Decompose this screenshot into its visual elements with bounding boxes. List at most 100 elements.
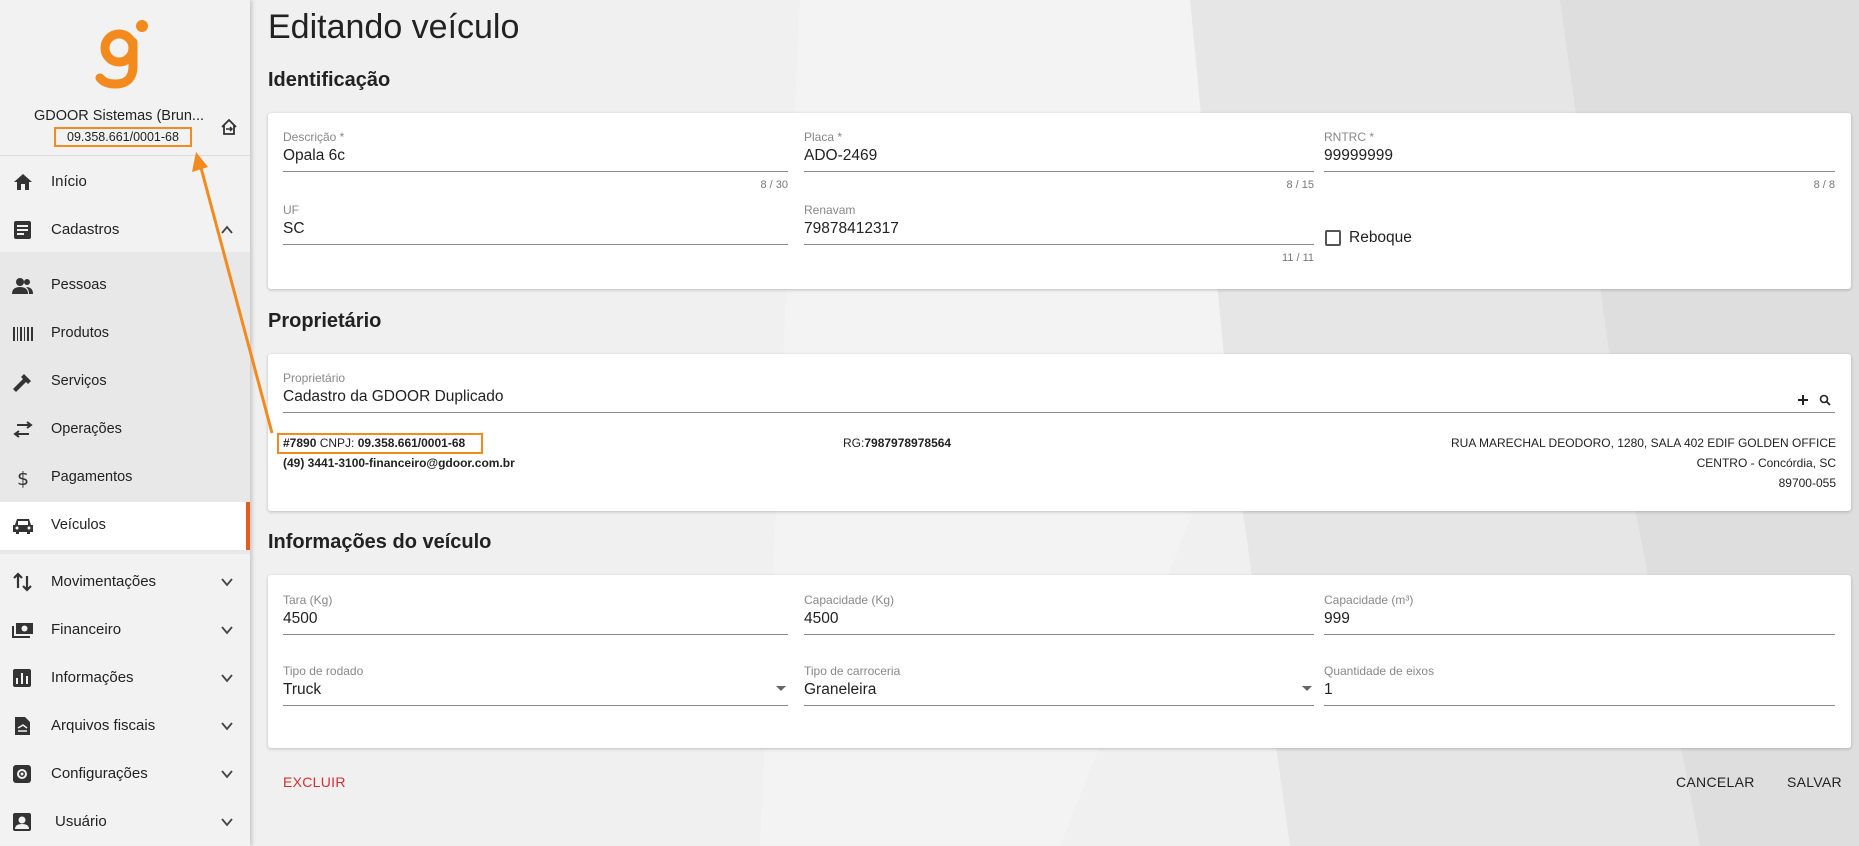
field-value[interactable]: Cadastro da GDOOR Duplicado	[283, 388, 504, 406]
owner-cep: 89700-055	[1778, 476, 1836, 490]
field-underline	[1324, 634, 1835, 635]
switch-company-icon[interactable]	[218, 116, 240, 138]
sidebar-item-label: Serviços	[51, 373, 107, 389]
sidebar-item-label: Informações	[51, 669, 134, 686]
chart-icon	[13, 669, 31, 687]
field-label: Quantidade de eixos	[1324, 664, 1435, 678]
list-icon	[14, 221, 31, 239]
rntrc-field[interactable]: RNTRC * 99999999 8 / 8	[1324, 130, 1835, 192]
descricao-field[interactable]: Descrição * Opala 6c 8 / 30	[283, 130, 788, 192]
cancel-button[interactable]: CANCELAR	[1676, 774, 1755, 790]
owner-rg: RG:7987978978564	[843, 436, 951, 450]
sidebar: GDOOR Sistemas (Brun... 09.358.661/0001-…	[0, 0, 250, 846]
field-value[interactable]: 4500	[283, 610, 317, 628]
sidebar-item-pagamentos[interactable]: $ Pagamentos	[0, 454, 250, 502]
capacidade-m3-field[interactable]: Capacidade (m³) 999	[1324, 593, 1835, 639]
gdoor-logo	[95, 20, 148, 89]
section-title-informacoes: Informações do veículo	[268, 531, 492, 553]
renavam-field[interactable]: Renavam 79878412317 11 / 11	[804, 203, 1314, 265]
sidebar-item-label: Pagamentos	[51, 469, 133, 485]
sidebar-item-movimentacoes[interactable]: Movimentações	[0, 558, 250, 606]
field-underline	[804, 171, 1314, 172]
field-value[interactable]: SC	[283, 220, 305, 238]
field-value[interactable]: ADO-2469	[804, 147, 877, 165]
sidebar-item-label: Usuário	[55, 813, 107, 830]
field-value[interactable]: 999	[1324, 610, 1350, 628]
dollar-icon: $	[17, 468, 29, 488]
settings-icon	[13, 765, 31, 783]
owner-code: #7890	[283, 436, 317, 450]
sidebar-item-usuario[interactable]: Usuário	[0, 798, 250, 846]
sidebar-item-servicos[interactable]: Serviços	[0, 358, 250, 406]
char-counter: 8 / 8	[1813, 179, 1835, 191]
sidebar-item-operacoes[interactable]: Operações	[0, 406, 250, 454]
uf-field[interactable]: UF SC	[283, 203, 788, 249]
dropdown-arrow-icon[interactable]	[776, 686, 786, 691]
sidebar-item-arquivos-fiscais[interactable]: Arquivos fiscais	[0, 702, 250, 750]
field-label: Descrição *	[283, 130, 345, 144]
sidebar-item-financeiro[interactable]: Financeiro	[0, 606, 250, 654]
field-value[interactable]: 1	[1324, 681, 1333, 699]
svg-text:$: $	[17, 468, 29, 488]
field-underline	[1324, 171, 1835, 172]
sidebar-item-cadastros[interactable]: Cadastros	[0, 206, 250, 254]
field-underline	[283, 244, 788, 245]
sidebar-item-label: Cadastros	[51, 221, 120, 238]
field-value[interactable]: Truck	[283, 681, 321, 699]
file-icon	[15, 717, 30, 735]
car-icon	[13, 519, 33, 534]
owner-rg-label: RG:	[843, 436, 865, 450]
user-icon	[13, 813, 31, 831]
sidebar-item-label: Produtos	[51, 325, 110, 341]
delete-button[interactable]: EXCLUIR	[283, 774, 346, 790]
sidebar-item-label: Início	[51, 173, 87, 190]
sidebar-item-informacoes[interactable]: Informações	[0, 654, 250, 702]
field-value[interactable]: Opala 6c	[283, 147, 345, 165]
company-cnpj: 09.358.661/0001-68	[54, 127, 192, 147]
char-counter: 8 / 30	[760, 179, 788, 191]
proprietario-field[interactable]: Proprietário Cadastro da GDOOR Duplicado	[283, 371, 1835, 417]
search-icon[interactable]	[1819, 394, 1831, 406]
field-value[interactable]: 99999999	[1324, 147, 1393, 165]
sidebar-item-veiculos[interactable]: Veículos	[0, 502, 250, 550]
swap-icon	[13, 421, 33, 438]
chevron-up-icon	[221, 225, 233, 234]
sidebar-item-produtos[interactable]: Produtos	[0, 310, 250, 358]
sidebar-item-pessoas[interactable]: Pessoas	[0, 262, 250, 310]
sidebar-item-inicio[interactable]: Início	[0, 158, 250, 206]
owner-cnpj-label: CNPJ:	[319, 436, 355, 450]
field-value[interactable]: Graneleira	[804, 681, 876, 699]
owner-rg-value: 7987978978564	[864, 436, 952, 450]
card-informacoes: Tara (Kg) 4500 Capacidade (Kg) 4500 Capa…	[268, 575, 1851, 748]
field-underline	[804, 634, 1314, 635]
main-content: Editando veículo Identificação Descrição…	[268, 0, 1853, 846]
reboque-checkbox[interactable]	[1325, 230, 1341, 246]
placa-field[interactable]: Placa * ADO-2469 8 / 15	[804, 130, 1314, 192]
add-icon[interactable]	[1797, 394, 1809, 406]
dropdown-arrow-icon[interactable]	[1302, 686, 1312, 691]
section-title-proprietario: Proprietário	[268, 310, 382, 332]
field-value[interactable]: 4500	[804, 610, 838, 628]
tipo-carroceria-select[interactable]: Tipo de carroceria Graneleira	[804, 664, 1314, 710]
sidebar-item-label: Veículos	[51, 517, 106, 533]
owner-address-line2: CENTRO - Concórdia, SC	[1696, 456, 1836, 470]
sidebar-item-label: Arquivos fiscais	[51, 717, 156, 734]
sidebar-header: GDOOR Sistemas (Brun... 09.358.661/0001-…	[0, 0, 250, 156]
card-identificacao: Descrição * Opala 6c 8 / 30 Placa * ADO-…	[268, 113, 1851, 289]
chevron-down-icon	[221, 626, 233, 635]
save-button[interactable]: SALVAR	[1787, 774, 1842, 790]
field-label: Renavam	[804, 203, 856, 217]
sidebar-item-configuracoes[interactable]: Configurações	[0, 750, 250, 798]
quantidade-eixos-field[interactable]: Quantidade de eixos 1	[1324, 664, 1835, 710]
capacidade-kg-field[interactable]: Capacidade (Kg) 4500	[804, 593, 1314, 639]
sidebar-item-label: Operações	[51, 421, 122, 437]
field-value[interactable]: 79878412317	[804, 220, 899, 238]
tara-field[interactable]: Tara (Kg) 4500	[283, 593, 788, 639]
field-label: Capacidade (Kg)	[804, 593, 895, 607]
field-underline	[1324, 705, 1835, 706]
tipo-rodado-select[interactable]: Tipo de rodado Truck	[283, 664, 788, 710]
field-label: Tipo de rodado	[283, 664, 364, 678]
owner-id-cnpj: #7890 CNPJ: 09.358.661/0001-68	[283, 436, 465, 450]
field-underline	[283, 705, 788, 706]
company-name: GDOOR Sistemas (Brun...	[34, 108, 205, 124]
